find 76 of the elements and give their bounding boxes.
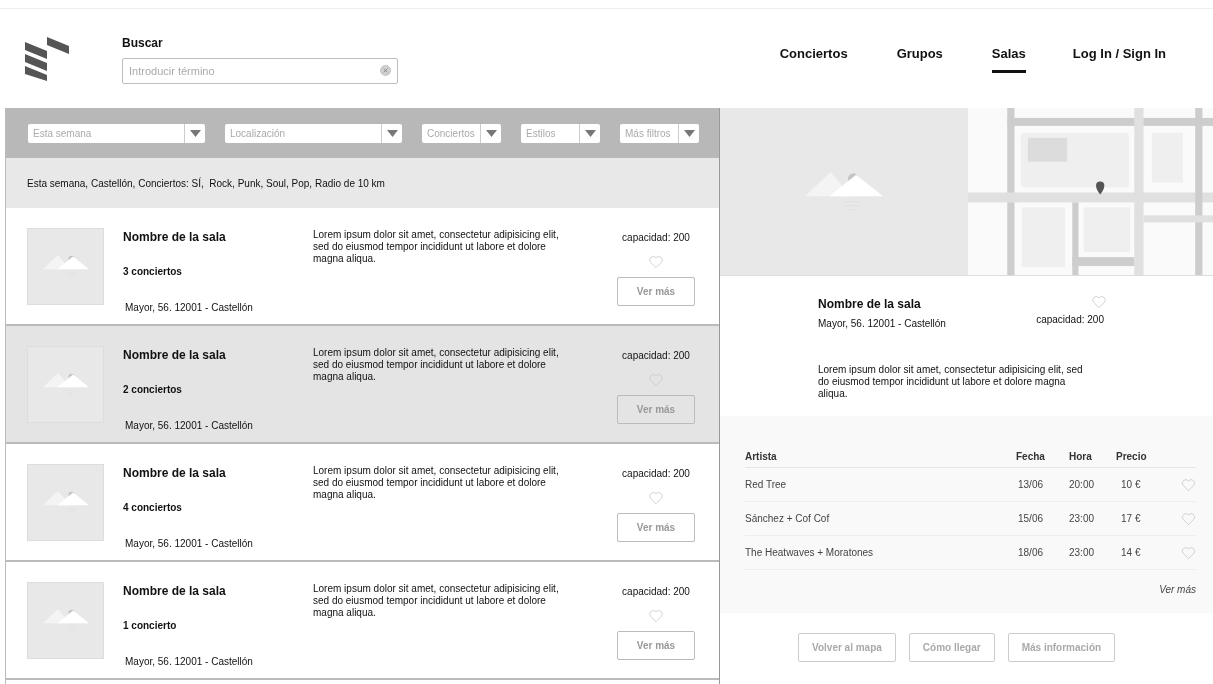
concert-count: 1 concierto	[123, 619, 178, 633]
venue-description: Lorem ipsum dolor sit amet, consectetur adipisicing elit, sed do eiusmod tempor incididunt ut labore et dolore magna aliqua.	[313, 346, 560, 384]
venue-description: Lorem ipsum dolor sit amet, consectetur adipisicing elit, sed do eiusmod tempor incididunt ut labore et dolore magna aliqua.	[313, 228, 560, 266]
table-cell-text: 13/06	[1017, 478, 1045, 492]
column-header: Artista	[745, 450, 778, 464]
more-button[interactable]: Ver más	[617, 395, 695, 424]
clear-icon[interactable]	[380, 64, 391, 76]
nav-link[interactable]: Log In / Sign In	[1072, 44, 1166, 73]
venue-name: Nombre de la sala	[123, 583, 227, 600]
concert-count: 3 conciertos	[123, 265, 183, 279]
nav-link[interactable]: Grupos	[896, 44, 943, 73]
heart-icon[interactable]	[1181, 545, 1196, 560]
column-header: Hora	[1069, 450, 1093, 464]
capacity-label: capacidad: 200	[622, 467, 690, 481]
capacity-label: capacidad: 200	[622, 231, 690, 245]
image-placeholder-icon	[805, 172, 883, 211]
venue-description: Lorem ipsum dolor sit amet, consectetur adipisicing elit, sed do eiusmod tempor incididunt ut labore et dolore magna aliqua.	[313, 582, 560, 620]
more-link[interactable]: Ver más	[1159, 582, 1196, 597]
table-cell-text: The Heatwaves + Moratones	[745, 546, 875, 560]
venue-description: Lorem ipsum dolor sit amet, consectetur adipisicing elit, sed do eiusmod tempor incididunt ut labore et dolore magna aliqua.	[818, 364, 1084, 400]
heart-icon[interactable]	[648, 255, 664, 269]
more-button[interactable]: Ver más	[617, 277, 695, 306]
filter-summary: Esta semana, Castellón, Conciertos: SÍ, Rock, Punk, Soul, Pop, Radio de 10 km	[27, 176, 385, 191]
filter-dropdown[interactable]: Estilos	[521, 123, 600, 143]
concert-count: 2 conciertos	[123, 383, 183, 397]
action-button[interactable]: Volver al mapa	[798, 633, 896, 662]
filter-dropdown[interactable]: Localización	[225, 123, 402, 143]
venue-name: Nombre de la sala	[123, 465, 227, 482]
logo-icon[interactable]	[25, 36, 71, 81]
heart-icon[interactable]	[1181, 511, 1196, 526]
venue-description: Lorem ipsum dolor sit amet, consectetur adipisicing elit, sed do eiusmod tempor incididunt ut labore et dolore magna aliqua.	[313, 464, 560, 502]
venue-address: Mayor, 56. 12001 - Castellón	[818, 317, 946, 331]
search-field[interactable]: Introducir término	[122, 57, 398, 84]
nav-link[interactable]: Salas	[991, 44, 1026, 73]
nav-link[interactable]: Conciertos	[779, 44, 848, 73]
column-header: Precio	[1116, 450, 1148, 464]
venue-name: Nombre de la sala	[123, 229, 227, 246]
table-cell-text: 18/06	[1017, 546, 1045, 560]
more-button[interactable]: Ver más	[617, 631, 695, 660]
venue-address: Mayor, 56. 12001 - Castellón	[125, 419, 254, 433]
table-cell-text: 15/06	[1017, 512, 1045, 526]
column-header: Fecha	[1016, 450, 1046, 464]
table-cell-text: Sánchez + Cof Cof	[745, 512, 831, 526]
action-button[interactable]: Más información	[1007, 633, 1116, 662]
table-cell-text: 14 €	[1121, 546, 1142, 560]
table-cell-text: 23:00	[1069, 512, 1096, 526]
filter-dropdown[interactable]: Más filtros	[620, 123, 699, 143]
table-cell-text: Red Tree	[745, 478, 788, 492]
dropdown-arrow-icon	[386, 129, 398, 137]
venue-address: Mayor, 56. 12001 - Castellón	[125, 655, 254, 669]
concert-count: 4 conciertos	[123, 501, 183, 515]
table-cell-text: 20:00	[1069, 478, 1096, 492]
filter-dropdown[interactable]: Conciertos	[422, 123, 501, 143]
dropdown-arrow-icon	[584, 129, 596, 137]
table-cell-text: 10 €	[1121, 478, 1142, 492]
capacity-label: capacidad: 200	[622, 585, 690, 599]
capacity-label: capacidad: 200	[1036, 313, 1104, 327]
venue-row[interactable]	[6, 326, 719, 444]
venue-name: Nombre de la sala	[123, 347, 227, 364]
venue-address: Mayor, 56. 12001 - Castellón	[125, 301, 254, 315]
heart-icon[interactable]	[1181, 477, 1196, 492]
filter-dropdown[interactable]: Esta semana	[28, 123, 205, 143]
capacity-label: capacidad: 200	[622, 349, 690, 363]
table-cell-text: 17 €	[1121, 512, 1142, 526]
venue-title: Nombre de la sala	[818, 296, 922, 313]
table-cell-text: 23:00	[1069, 546, 1096, 560]
action-button[interactable]: Cómo llegar	[908, 633, 995, 662]
dropdown-arrow-icon	[683, 129, 695, 137]
more-button[interactable]: Ver más	[617, 513, 695, 542]
heart-icon[interactable]	[648, 609, 664, 623]
heart-icon[interactable]	[1091, 295, 1107, 309]
venue-address: Mayor, 56. 12001 - Castellón	[125, 537, 254, 551]
heart-icon[interactable]	[648, 491, 664, 505]
dropdown-arrow-icon	[189, 129, 201, 137]
search-label: Buscar	[122, 34, 164, 52]
dropdown-arrow-icon	[485, 129, 497, 137]
